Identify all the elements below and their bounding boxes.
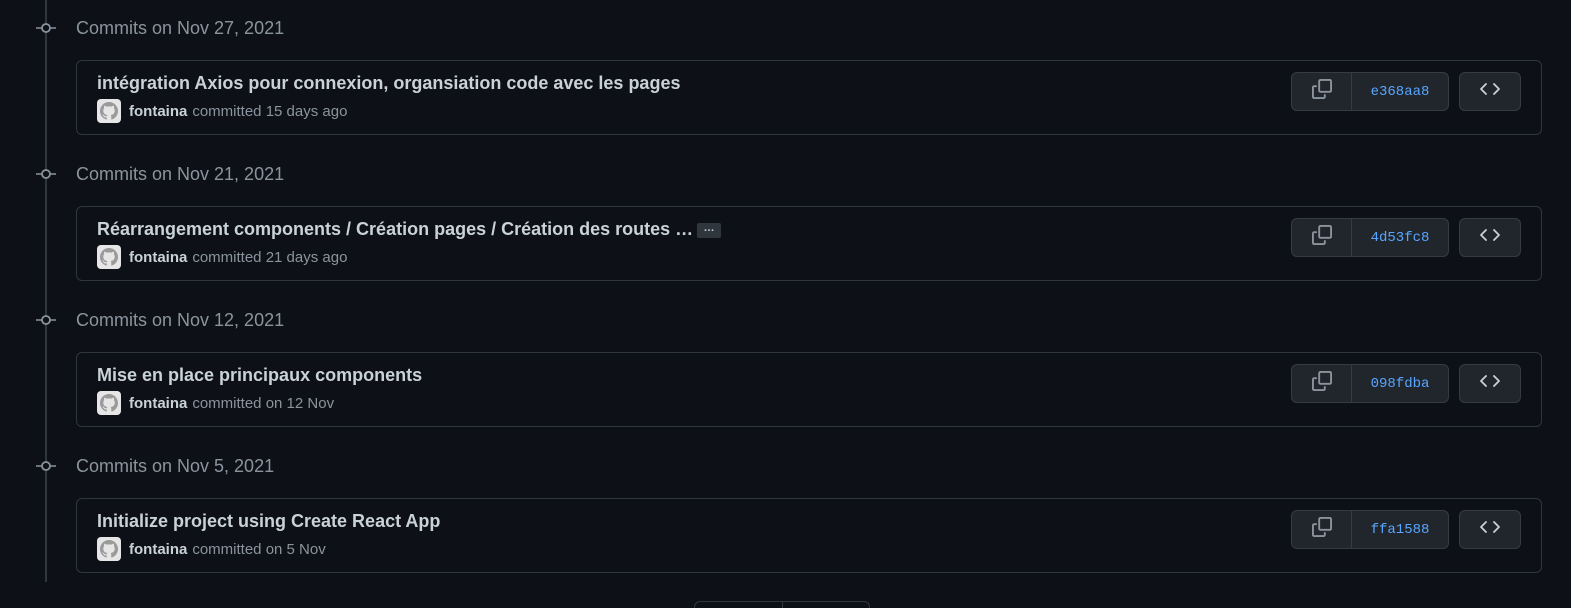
browse-repo-button[interactable]	[1459, 364, 1521, 403]
code-icon	[1479, 227, 1501, 248]
pagination	[694, 601, 870, 608]
copy-sha-button[interactable]	[1292, 73, 1352, 110]
commit-group-title: Commits on Nov 5, 2021	[76, 456, 275, 476]
pagination-newer-button[interactable]	[695, 602, 782, 608]
commit-sha-group: 4d53fc8	[1291, 218, 1449, 257]
commit-item: Initialize project using Create React Ap…	[76, 498, 1542, 573]
commit-message-link[interactable]: Mise en place principaux components	[97, 365, 422, 386]
commit-sha-link[interactable]: 4d53fc8	[1352, 219, 1448, 256]
commit-sha-group: e368aa8	[1291, 72, 1449, 111]
copy-sha-button[interactable]	[1292, 511, 1352, 548]
commit-author[interactable]: fontaina	[129, 103, 187, 120]
commit-sha-link[interactable]: e368aa8	[1352, 73, 1448, 110]
commit-author[interactable]: fontaina	[129, 249, 187, 266]
commit-author[interactable]: fontaina	[129, 541, 187, 558]
expand-message-button[interactable]: …	[697, 223, 721, 238]
browse-repo-button[interactable]	[1459, 510, 1521, 549]
commit-group-header: Commits on Nov 27, 2021	[0, 14, 600, 42]
commit-meta: fontaina committed on 5 Nov	[97, 537, 326, 561]
commit-item: Mise en place principaux components font…	[76, 352, 1542, 427]
commit-sha-group: 098fdba	[1291, 364, 1449, 403]
git-commit-icon	[36, 312, 56, 328]
commit-group-title: Commits on Nov 12, 2021	[76, 310, 285, 330]
git-commit-icon	[36, 458, 56, 474]
commit-message-link[interactable]: Initialize project using Create React Ap…	[97, 511, 440, 532]
commit-sha-link[interactable]: ffa1588	[1352, 511, 1448, 548]
copy-sha-button[interactable]	[1292, 219, 1352, 256]
commit-time: committed 21 days ago	[192, 248, 348, 266]
git-commit-icon	[36, 166, 56, 182]
commit-sha-link[interactable]: 098fdba	[1352, 365, 1448, 402]
commit-author[interactable]: fontaina	[129, 395, 187, 412]
commit-message-link[interactable]: intégration Axios pour connexion, organs…	[97, 73, 680, 94]
commit-item: Réarrangement components / Création page…	[76, 206, 1542, 281]
github-avatar-icon[interactable]	[97, 391, 121, 415]
commit-group-header: Commits on Nov 5, 2021	[0, 452, 600, 480]
commit-meta: fontaina committed 15 days ago	[97, 99, 347, 123]
commit-time: committed on 12 Nov	[192, 394, 335, 412]
copy-icon	[1311, 225, 1332, 250]
commit-group-title: Commits on Nov 27, 2021	[76, 18, 285, 38]
git-commit-icon	[36, 20, 56, 36]
copy-sha-button[interactable]	[1292, 365, 1352, 402]
commit-meta: fontaina committed 21 days ago	[97, 245, 347, 269]
code-icon	[1479, 519, 1501, 540]
commit-group-header: Commits on Nov 12, 2021	[0, 306, 600, 334]
copy-icon	[1311, 79, 1332, 104]
browse-repo-button[interactable]	[1459, 218, 1521, 257]
copy-icon	[1311, 517, 1332, 542]
commit-group-title: Commits on Nov 21, 2021	[76, 164, 285, 184]
commit-group-header: Commits on Nov 21, 2021	[0, 160, 600, 188]
code-icon	[1479, 81, 1501, 102]
commit-meta: fontaina committed on 12 Nov	[97, 391, 334, 415]
code-icon	[1479, 373, 1501, 394]
copy-icon	[1311, 371, 1332, 396]
commit-message-link[interactable]: Réarrangement components / Création page…	[97, 219, 697, 240]
pagination-older-button[interactable]	[781, 602, 870, 608]
github-avatar-icon[interactable]	[97, 99, 121, 123]
commit-item: intégration Axios pour connexion, organs…	[76, 60, 1542, 135]
commit-sha-group: ffa1588	[1291, 510, 1449, 549]
commit-time: committed 15 days ago	[192, 102, 348, 120]
github-avatar-icon[interactable]	[97, 245, 121, 269]
timeline-line	[45, 0, 47, 582]
commit-history: Commits on Nov 27, 2021 intégration Axio…	[0, 0, 1571, 608]
github-avatar-icon[interactable]	[97, 537, 121, 561]
commit-time: committed on 5 Nov	[192, 540, 326, 558]
browse-repo-button[interactable]	[1459, 72, 1521, 111]
